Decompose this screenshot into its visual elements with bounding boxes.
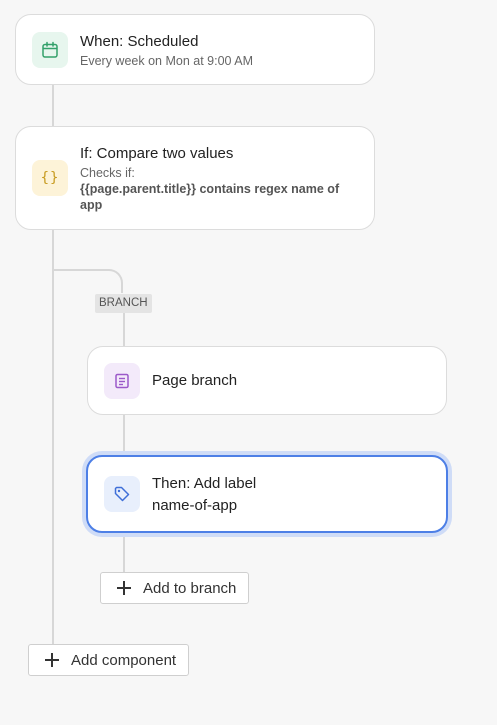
tag-icon (114, 486, 130, 502)
braces-icon: {} (40, 170, 60, 186)
trigger-subtitle: Every week on Mon at 9:00 AM (80, 54, 254, 68)
condition-expression-line1: {{page.parent.title}} contains regex nam… (80, 182, 340, 196)
page-branch-icon-tile (104, 363, 140, 399)
condition-card[interactable]: {} If: Compare two values Checks if: {{p… (15, 126, 375, 230)
connector-branch-curve (53, 269, 123, 293)
action-icon-tile (104, 476, 140, 512)
add-component-button[interactable]: Add component (28, 644, 189, 676)
calendar-icon (42, 41, 58, 58)
connector-branch-to-page (123, 312, 125, 347)
branch-tag: BRANCH (95, 294, 152, 313)
add-to-branch-label: Add to branch (143, 579, 237, 597)
condition-checks-label: Checks if: (80, 166, 135, 180)
action-label-value: name-of-app (152, 497, 238, 514)
trigger-title: When: Scheduled (80, 33, 199, 50)
add-component-label: Add component (71, 651, 177, 669)
plus-icon (117, 581, 131, 595)
page-icon (115, 373, 129, 389)
condition-title: If: Compare two values (80, 145, 234, 162)
add-to-branch-button[interactable]: Add to branch (100, 572, 249, 604)
connector-action-to-add (123, 532, 125, 572)
action-card[interactable]: Then: Add label name-of-app (86, 455, 448, 533)
page-branch-card[interactable]: Page branch (87, 346, 447, 415)
trigger-icon-tile (32, 32, 68, 68)
page-branch-title: Page branch (152, 372, 238, 389)
connector-page-to-action (123, 414, 125, 456)
condition-expression-line2: app (80, 198, 103, 212)
trigger-card[interactable]: When: Scheduled Every week on Mon at 9:0… (15, 14, 375, 85)
plus-icon (45, 653, 59, 667)
action-title: Then: Add label (152, 475, 257, 492)
condition-icon-tile: {} (32, 160, 68, 196)
